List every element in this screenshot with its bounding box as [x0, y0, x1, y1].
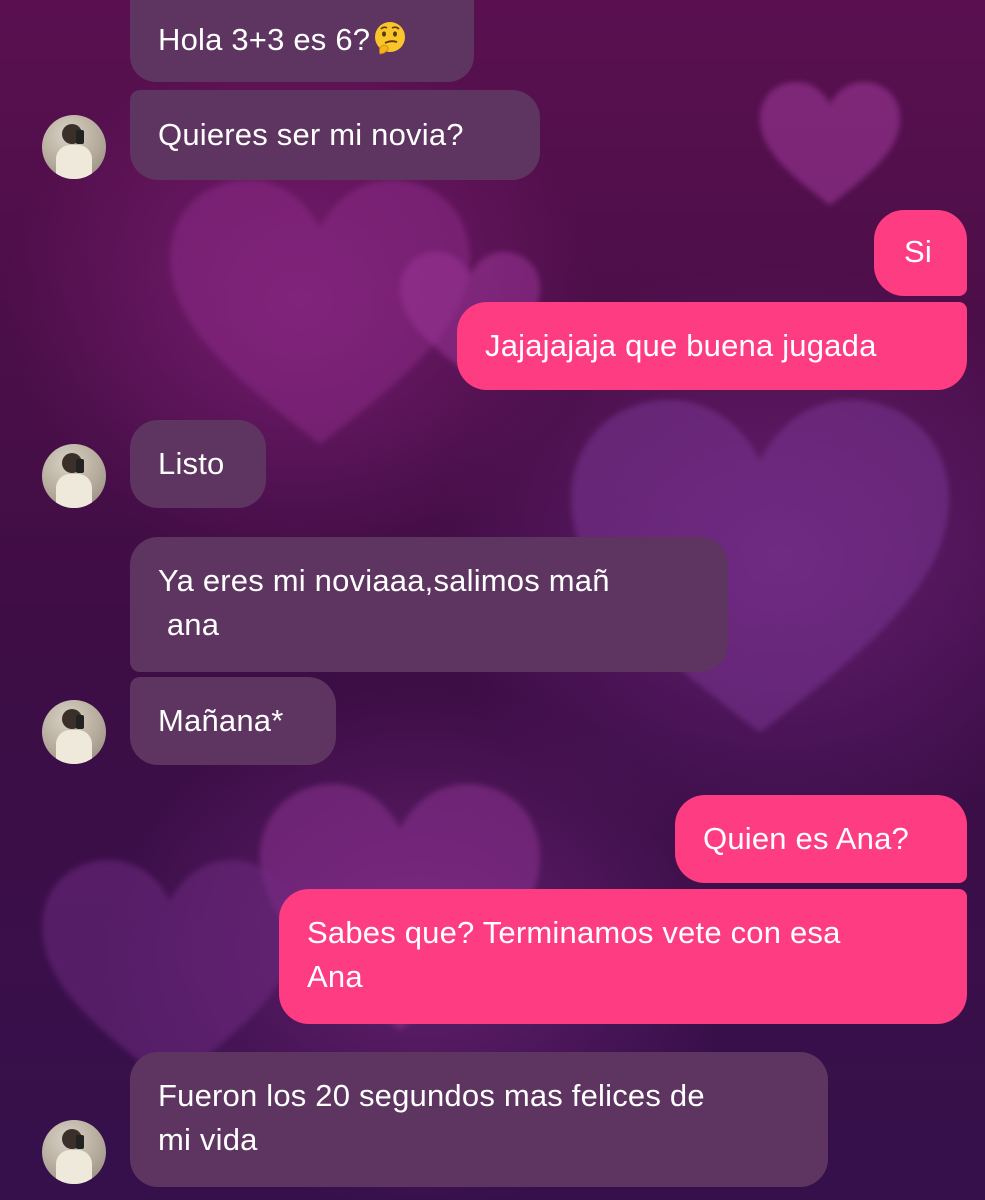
message-text-line: Ya eres mi noviaaa,salimos mañ: [158, 563, 610, 598]
message-text: Jajajajaja que buena jugada: [485, 328, 877, 363]
message-text-line: Sabes que? Terminamos vete con esa: [307, 915, 841, 950]
outgoing-message[interactable]: Si: [874, 210, 967, 296]
message-text-line: Fueron los 20 segundos mas felices de: [158, 1078, 705, 1113]
thinking-face-icon: [375, 22, 406, 55]
outgoing-message[interactable]: Jajajajaja que buena jugada: [457, 302, 967, 390]
message-text-line: ana: [158, 607, 220, 642]
avatar[interactable]: [42, 115, 106, 179]
outgoing-message[interactable]: Quien es Ana?: [675, 795, 967, 883]
incoming-message[interactable]: Hola 3+3 es 6?: [130, 0, 474, 82]
incoming-message[interactable]: Listo: [130, 420, 266, 508]
avatar[interactable]: [42, 1120, 106, 1184]
incoming-message[interactable]: Mañana*: [130, 677, 336, 765]
message-text: Listo: [158, 446, 225, 481]
incoming-message[interactable]: Quieres ser mi novia?: [130, 90, 540, 180]
message-text-line: Ana: [307, 959, 363, 994]
incoming-message[interactable]: Fueron los 20 segundos mas felices de mi…: [130, 1052, 828, 1187]
message-text: Si: [904, 234, 932, 269]
outgoing-message[interactable]: Sabes que? Terminamos vete con esa Ana: [279, 889, 967, 1024]
message-text: Mañana*: [158, 703, 284, 738]
avatar[interactable]: [42, 700, 106, 764]
message-text: Quieres ser mi novia?: [158, 117, 464, 152]
message-text: Hola 3+3 es 6?: [158, 22, 371, 57]
incoming-message[interactable]: Ya eres mi noviaaa,salimos mañ ana: [130, 537, 728, 672]
message-text: Quien es Ana?: [703, 821, 909, 856]
message-text-line: mi vida: [158, 1122, 258, 1157]
avatar[interactable]: [42, 444, 106, 508]
background-heart-icon: [760, 82, 900, 206]
